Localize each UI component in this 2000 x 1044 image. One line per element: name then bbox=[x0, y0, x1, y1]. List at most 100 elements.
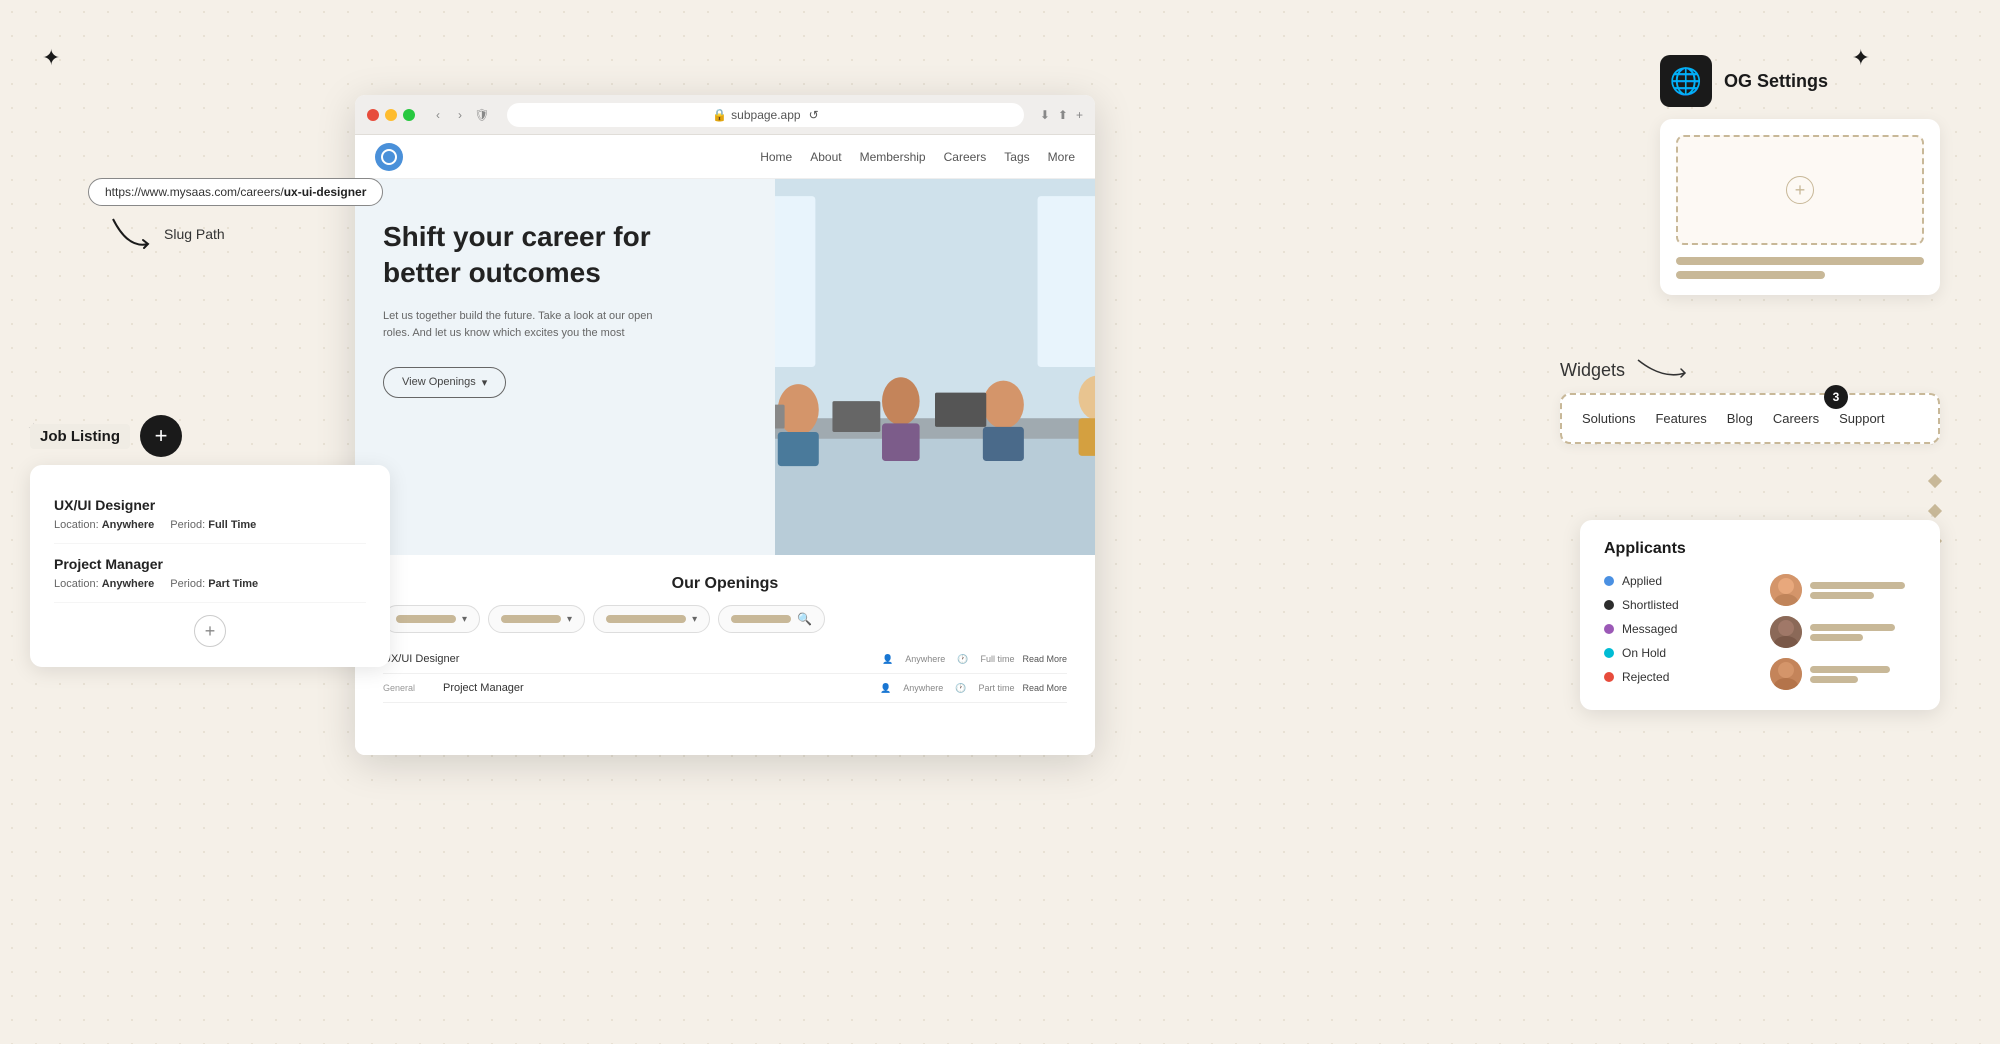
widgets-nav-card: Solutions Features Blog Careers Support … bbox=[1560, 393, 1940, 444]
opening-location-2: Anywhere bbox=[903, 683, 943, 694]
filter-dropdown-3[interactable]: ▾ bbox=[593, 605, 710, 633]
og-subtitle-bar bbox=[1676, 271, 1825, 279]
opening-period-icon-1: 🕐 bbox=[957, 654, 968, 665]
url-base: https://www.mysaas.com/careers/ bbox=[105, 185, 284, 199]
nav-careers[interactable]: Careers bbox=[944, 150, 987, 164]
nav-about[interactable]: About bbox=[810, 150, 841, 164]
applicant-bars-3 bbox=[1810, 666, 1916, 683]
chevron-icon-3: ▾ bbox=[692, 614, 697, 625]
nav-membership[interactable]: Membership bbox=[860, 150, 926, 164]
hero-section: Shift your career for better outcomes Le… bbox=[355, 179, 1095, 555]
widgets-arrow-icon bbox=[1633, 355, 1693, 385]
widget-nav-careers[interactable]: Careers bbox=[1773, 411, 1819, 426]
onhold-dot bbox=[1604, 648, 1614, 658]
applicant-bar-top-3 bbox=[1810, 666, 1890, 673]
read-more-link-2[interactable]: Read More bbox=[1022, 683, 1067, 693]
browser-shield-icon: 🛡 bbox=[473, 106, 491, 124]
nav-home[interactable]: Home bbox=[760, 150, 792, 164]
filter-dropdown-2[interactable]: ▾ bbox=[488, 605, 585, 633]
slug-annotation: https://www.mysaas.com/careers/ux-ui-des… bbox=[88, 178, 383, 254]
hero-text: Shift your career for better outcomes Le… bbox=[355, 179, 775, 555]
opening-item-2: General Project Manager 👤 Anywhere 🕐 Par… bbox=[383, 674, 1067, 703]
browser-back-icon[interactable]: ‹ bbox=[429, 106, 447, 124]
search-icon: 🔍 bbox=[797, 612, 812, 626]
job-title-1: UX/UI Designer bbox=[54, 497, 366, 513]
browser-nav-icons: ‹ › 🛡 bbox=[429, 106, 491, 124]
chevron-icon: ▾ bbox=[462, 614, 467, 625]
rejected-dot bbox=[1604, 672, 1614, 682]
download-icon[interactable]: ⬇ bbox=[1040, 108, 1050, 122]
shortlisted-dot bbox=[1604, 600, 1614, 610]
filter-bar-3 bbox=[606, 615, 686, 623]
widget-nav-support[interactable]: Support bbox=[1839, 411, 1885, 426]
og-image-upload[interactable]: + bbox=[1676, 135, 1924, 245]
og-title-bar bbox=[1676, 257, 1924, 265]
job-period-1: Full Time bbox=[208, 519, 256, 531]
job-title-2: Project Manager bbox=[54, 556, 366, 572]
job-period-2: Part Time bbox=[208, 578, 258, 590]
widgets-section: Widgets Solutions Features Blog Careers … bbox=[1560, 355, 1940, 444]
openings-title: Our Openings bbox=[383, 575, 1067, 593]
widget-nav-solutions[interactable]: Solutions bbox=[1582, 411, 1635, 426]
diamond-decoration-2 bbox=[1928, 504, 1942, 518]
job-listing-label-row: Job Listing + bbox=[30, 415, 390, 457]
filter-bar-4 bbox=[731, 615, 791, 623]
widgets-badge: 3 bbox=[1824, 385, 1848, 409]
applicant-bar-top-2 bbox=[1810, 624, 1895, 631]
applied-dot bbox=[1604, 576, 1614, 586]
applicants-content: Applied Shortlisted Messaged On Hold Rej… bbox=[1604, 574, 1916, 690]
openings-section: Our Openings ▾ ▾ ▾ 🔍 bbox=[355, 555, 1095, 755]
hero-image bbox=[775, 179, 1095, 555]
rejected-label: Rejected bbox=[1622, 670, 1669, 684]
applicant-bar-top-1 bbox=[1810, 582, 1905, 589]
share-icon[interactable]: ⬆ bbox=[1058, 108, 1068, 122]
widgets-label: Widgets bbox=[1560, 355, 1940, 385]
widget-nav-features[interactable]: Features bbox=[1655, 411, 1706, 426]
nav-more[interactable]: More bbox=[1048, 150, 1075, 164]
job-location-1: Anywhere bbox=[102, 519, 155, 531]
applicant-bars-1 bbox=[1810, 582, 1916, 599]
og-settings-card: + bbox=[1660, 119, 1940, 295]
refresh-icon: ↺ bbox=[809, 108, 819, 122]
legend-messaged: Messaged bbox=[1604, 622, 1750, 636]
applicant-row-2 bbox=[1770, 616, 1916, 648]
browser-close-dot[interactable] bbox=[367, 109, 379, 121]
read-more-link-1[interactable]: Read More bbox=[1022, 654, 1067, 664]
applicant-bar-bottom-1 bbox=[1810, 592, 1874, 599]
browser-maximize-dot[interactable] bbox=[403, 109, 415, 121]
messaged-dot bbox=[1604, 624, 1614, 634]
new-tab-icon[interactable]: + bbox=[1076, 108, 1083, 122]
opening-location-icon-1: 👤 bbox=[882, 654, 893, 665]
nav-tags[interactable]: Tags bbox=[1004, 150, 1029, 164]
applicant-avatar-2 bbox=[1770, 616, 1802, 648]
applicant-row-1 bbox=[1770, 574, 1916, 606]
slug-url-pill: https://www.mysaas.com/careers/ux-ui-des… bbox=[88, 178, 383, 206]
browser-toolbar: ‹ › 🛡 🔒 subpage.app ↺ ⬇ ⬆ + bbox=[355, 95, 1095, 135]
opening-period-1: Full time bbox=[980, 654, 1014, 665]
chevron-icon-2: ▾ bbox=[567, 614, 572, 625]
applicants-legend: Applied Shortlisted Messaged On Hold Rej… bbox=[1604, 574, 1750, 690]
applicants-section: Applicants Applied Shortlisted Messaged bbox=[1580, 520, 1940, 710]
og-upload-plus-icon[interactable]: + bbox=[1786, 176, 1814, 204]
browser-window: ‹ › 🛡 🔒 subpage.app ↺ ⬇ ⬆ + Home About M… bbox=[355, 95, 1095, 755]
filter-bar: ▾ ▾ ▾ 🔍 bbox=[383, 605, 1067, 633]
filter-dropdown-1[interactable]: ▾ bbox=[383, 605, 480, 633]
search-filter[interactable]: 🔍 bbox=[718, 605, 825, 633]
job-add-button[interactable]: + bbox=[140, 415, 182, 457]
job-card-add-row: + bbox=[54, 615, 366, 647]
browser-forward-icon[interactable]: › bbox=[451, 106, 469, 124]
job-item-1: UX/UI Designer Location: Anywhere Period… bbox=[54, 485, 366, 544]
opening-meta-2: 👤 Anywhere 🕐 Part time bbox=[880, 683, 1014, 694]
view-openings-button[interactable]: View Openings ▾ bbox=[383, 367, 506, 398]
legend-onhold: On Hold bbox=[1604, 646, 1750, 660]
job-location-2: Anywhere bbox=[102, 578, 155, 590]
og-settings-icon-box: 🌐 bbox=[1660, 55, 1712, 107]
browser-address-bar[interactable]: 🔒 subpage.app ↺ bbox=[507, 103, 1024, 127]
chevron-down-icon: ▾ bbox=[482, 376, 488, 389]
onhold-label: On Hold bbox=[1622, 646, 1666, 660]
opening-meta-1: 👤 Anywhere 🕐 Full time bbox=[882, 654, 1014, 665]
url-slug: ux-ui-designer bbox=[284, 185, 367, 199]
widget-nav-blog[interactable]: Blog bbox=[1727, 411, 1753, 426]
job-card-add-button[interactable]: + bbox=[194, 615, 226, 647]
browser-minimize-dot[interactable] bbox=[385, 109, 397, 121]
